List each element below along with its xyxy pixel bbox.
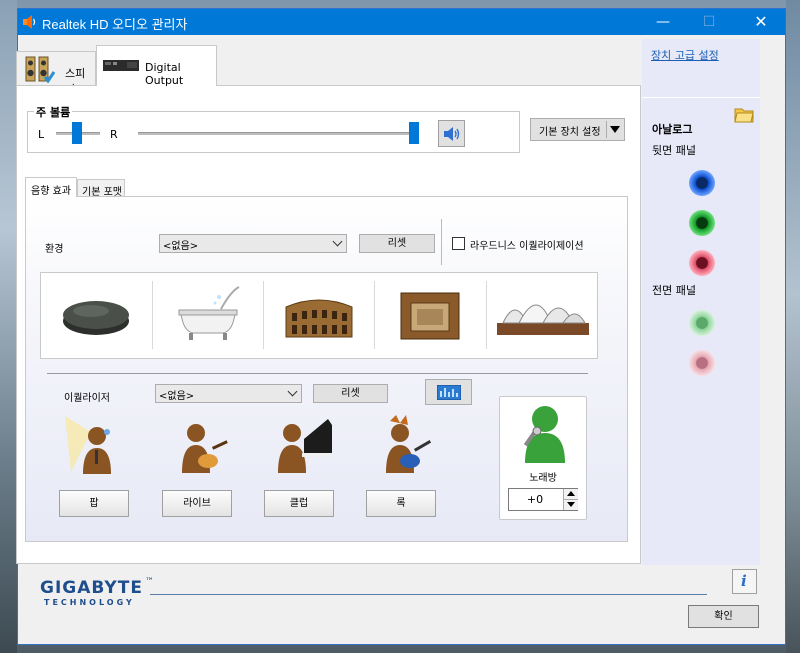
front-panel-label: 전면 패널 xyxy=(652,284,696,297)
sound-effects-area: 환경 <없음> 리셋 라우드니스 이퀄라이제이션 이퀄라이저 <없음> 리셋 팝… xyxy=(25,196,628,542)
desktop-background-left xyxy=(0,0,17,653)
live-preset-button[interactable]: 라이브 xyxy=(162,490,232,517)
rock-preset-button[interactable]: 록 xyxy=(366,490,436,517)
karaoke-label: 노래방 xyxy=(529,473,557,484)
environment-reset-button[interactable]: 리셋 xyxy=(359,234,435,253)
brand-name: GIGABYTE xyxy=(40,578,143,598)
tab-default-format[interactable]: 기본 포맷 xyxy=(77,179,125,198)
volume-slider[interactable] xyxy=(409,122,419,144)
karaoke-panel: 노래방 +0 xyxy=(499,396,587,520)
preset-opera-house[interactable] xyxy=(487,273,597,358)
opera-house-icon xyxy=(497,304,589,335)
graphic-equalizer-button[interactable] xyxy=(425,379,472,405)
advanced-device-settings-link[interactable]: 장치 고급 설정 xyxy=(651,47,719,63)
chevron-down-icon xyxy=(332,236,343,247)
tab-sound-effects-label: 음향 효과 xyxy=(31,186,71,197)
app-speaker-icon xyxy=(23,15,36,29)
spin-up-icon xyxy=(567,491,575,496)
speaker-icon xyxy=(25,56,55,83)
main-volume-group: 주 볼륨 L R xyxy=(27,104,520,153)
front-jack-pink[interactable] xyxy=(689,350,715,376)
rear-jack-pink[interactable] xyxy=(689,250,715,276)
minimize-button[interactable]: — xyxy=(640,9,686,35)
rear-jack-blue[interactable] xyxy=(689,170,715,196)
brand-trademark: ™ xyxy=(145,577,154,587)
loudness-equalization-label: 라우드니스 이퀄라이제이션 xyxy=(470,241,584,252)
main-volume-label: 주 볼륨 xyxy=(34,104,73,120)
speaker-volume-icon xyxy=(444,127,460,141)
environment-label: 환경 xyxy=(45,244,64,255)
karaoke-key-spinner[interactable]: +0 xyxy=(508,488,578,511)
karaoke-key-value: +0 xyxy=(526,493,544,506)
digital-output-panel: 주 볼륨 L R 기본 장치 설정 음향 효과 기본 포맷 환경 <없음> 리셋… xyxy=(16,85,641,564)
main-content: 스피커 Digital Output 주 볼륨 L R xyxy=(16,45,641,565)
club-preset-button[interactable]: 클럽 xyxy=(264,490,334,517)
folder-icon[interactable] xyxy=(734,105,754,123)
tab-sound-effects[interactable]: 음향 효과 xyxy=(25,177,77,197)
spin-up-button[interactable] xyxy=(563,489,578,500)
mute-button[interactable] xyxy=(438,120,465,147)
rear-panel-label: 뒷면 패널 xyxy=(652,144,696,157)
info-icon: i xyxy=(741,572,747,590)
device-tabs: 스피커 Digital Output xyxy=(16,45,641,96)
equalizer-reset-button[interactable]: 리셋 xyxy=(313,384,388,403)
tab-digital-output[interactable]: Digital Output xyxy=(96,45,217,87)
pianist-icon xyxy=(278,419,332,473)
dropdown-arrow-icon xyxy=(610,126,620,133)
separator xyxy=(441,219,442,265)
effect-tabs: 음향 효과 기본 포맷 xyxy=(25,177,625,198)
environment-presets xyxy=(40,272,598,359)
front-jack-green[interactable] xyxy=(689,310,715,336)
brand-subtitle: TECHNOLOGY xyxy=(44,598,135,607)
equalizer-select[interactable]: <없음> xyxy=(155,384,302,403)
preset-bathroom[interactable] xyxy=(153,273,262,358)
equalizer-label: 이퀄라이저 xyxy=(64,393,110,404)
balance-right-label: R xyxy=(110,128,118,141)
chevron-down-icon xyxy=(287,386,298,397)
balance-left-label: L xyxy=(38,128,45,141)
close-button[interactable]: ✕ xyxy=(738,9,784,35)
connector-panel: 장치 고급 설정 아날로그 뒷면 패널 전면 패널 xyxy=(642,39,760,565)
preset-stone[interactable] xyxy=(41,273,151,358)
environment-value: <없음> xyxy=(163,241,199,252)
dropdown-separator xyxy=(606,121,607,138)
rear-jack-green[interactable] xyxy=(689,210,715,236)
title-bar[interactable]: Realtek HD 오디오 관리자 — ☐ ✕ xyxy=(18,9,785,35)
preset-arena[interactable] xyxy=(375,273,485,358)
pop-preset-button[interactable]: 팝 xyxy=(59,490,129,517)
equalizer-icon xyxy=(437,385,461,400)
tab-digital-output-label: Digital Output xyxy=(145,61,184,87)
analog-label: 아날로그 xyxy=(652,123,693,136)
balance-slider[interactable] xyxy=(72,122,82,144)
preset-colosseum[interactable] xyxy=(264,273,373,358)
ok-button[interactable]: 확인 xyxy=(688,605,759,628)
bathtub-icon xyxy=(178,286,240,340)
panel-divider xyxy=(642,97,760,98)
info-button[interactable]: i xyxy=(732,569,757,594)
environment-select[interactable]: <없음> xyxy=(159,234,347,253)
rock-guitarist-icon xyxy=(386,415,432,473)
digital-output-device-icon xyxy=(103,60,139,71)
default-device-dropdown[interactable]: 기본 장치 설정 xyxy=(530,118,625,141)
footer-line xyxy=(150,594,707,595)
volume-track xyxy=(138,132,418,135)
arena-icon xyxy=(400,292,460,340)
default-device-label: 기본 장치 설정 xyxy=(539,127,601,138)
colosseum-icon xyxy=(285,299,353,338)
tab-speaker[interactable]: 스피커 xyxy=(16,51,96,96)
window-title: Realtek HD 오디오 관리자 xyxy=(42,17,188,32)
stone-disc-icon xyxy=(63,301,129,335)
spin-down-icon xyxy=(567,502,575,507)
desktop-background-right xyxy=(786,0,800,653)
loudness-equalization-checkbox[interactable] xyxy=(452,237,465,250)
pop-singer-icon xyxy=(65,416,111,474)
live-guitarist-icon xyxy=(182,424,228,473)
equalizer-value: <없음> xyxy=(159,391,195,402)
maximize-button[interactable]: ☐ xyxy=(686,9,732,35)
karaoke-singer-icon xyxy=(523,406,565,463)
equalizer-divider xyxy=(47,373,588,374)
spin-down-button[interactable] xyxy=(563,500,578,510)
